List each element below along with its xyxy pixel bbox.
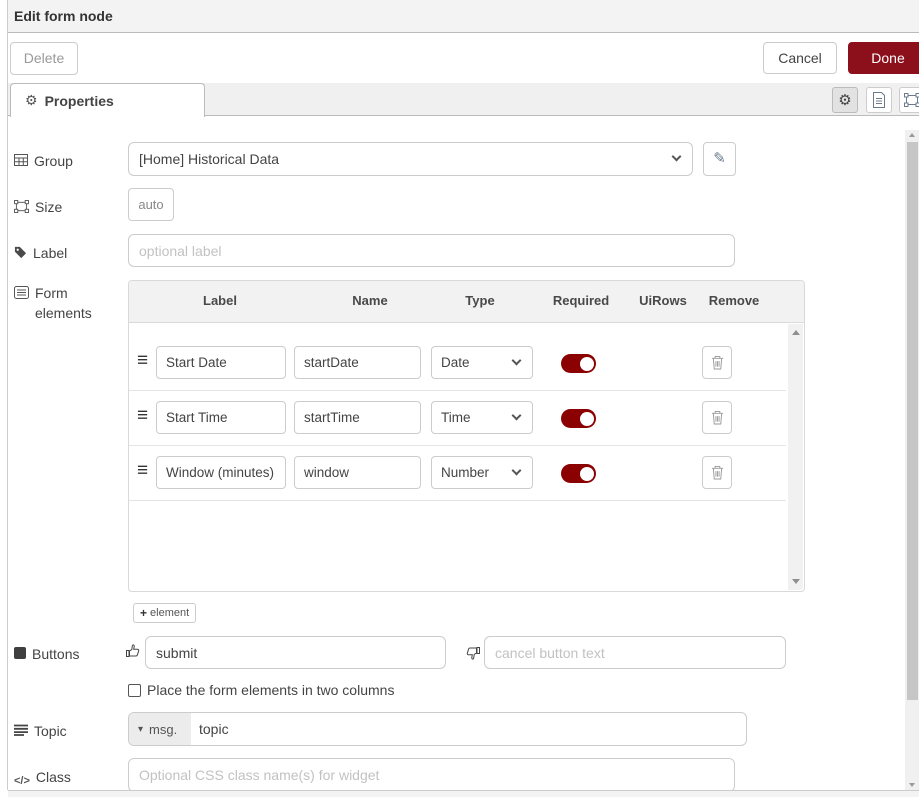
document-icon [872,92,886,108]
tab-properties[interactable]: ⚙ Properties [10,83,205,117]
form-elements-field-label: Form elements [14,283,118,323]
form-elements-table: Label Name Type Required UiRows Remove ≡… [128,280,805,592]
dialog-footer-strip [8,790,919,797]
column-header-uirows: UiRows [623,293,703,308]
table-icon [14,154,28,166]
required-toggle[interactable] [561,354,596,373]
row-name-input[interactable] [294,401,421,434]
delete-button[interactable]: Delete [10,42,78,75]
group-select[interactable]: [Home] Historical Data [128,142,693,176]
row-type-select[interactable]: Number [431,456,533,489]
row-name-input[interactable] [294,456,421,489]
edit-form-node-dialog: Edit form node Delete Cancel Done ⚙ Prop… [0,0,919,797]
scroll-down-icon[interactable] [792,579,800,584]
list-alt-icon [14,286,29,299]
pencil-icon: ✎ [713,150,726,167]
css-class-input[interactable] [128,758,735,792]
row-label-input[interactable] [156,346,286,379]
add-element-button[interactable]: + element [133,603,196,623]
required-toggle[interactable] [561,409,596,428]
scroll-down-icon[interactable] [909,783,915,787]
square-icon [14,647,26,659]
label-input[interactable] [128,234,735,267]
column-header-remove: Remove [694,293,774,308]
form-elements-table-body: ≡ Date ≡ Time [129,323,804,591]
topic-typed-input: ▾ msg. topic [128,712,747,746]
two-columns-label[interactable]: Place the form elements in two columns [147,682,394,698]
topic-value[interactable]: topic [191,713,229,745]
object-group-icon [904,93,919,107]
group-select-value: [Home] Historical Data [139,151,279,167]
trash-icon [711,465,724,480]
table-scrollbar[interactable] [788,324,803,590]
size-field-label: Size [14,197,118,217]
tag-icon [14,246,27,259]
drag-handle-icon[interactable]: ≡ [137,350,148,372]
tasks-icon [14,724,28,736]
chevron-down-icon [672,152,682,162]
tab-bar: ⚙ Properties ⚙ [8,83,919,116]
plus-icon: + [140,606,147,620]
edit-group-button[interactable]: ✎ [703,142,736,176]
trash-icon [711,410,724,425]
row-name-input[interactable] [294,346,421,379]
row-label-input[interactable] [156,401,286,434]
toggle-knob [580,357,594,371]
size-auto-button[interactable]: auto [128,188,174,221]
msg-prefix-label: msg. [149,722,177,737]
row-label-input[interactable] [156,456,286,489]
label-field-label: Label [14,243,118,263]
topic-field-label: Topic [14,721,118,741]
table-row: ≡ Date [129,336,786,391]
dialog-title: Edit form node [14,8,113,24]
scroll-up-icon[interactable] [792,330,800,335]
scrollbar-thumb[interactable] [907,142,918,700]
scroll-up-icon[interactable] [909,133,915,137]
toggle-knob [580,412,594,426]
chevron-down-icon [512,410,522,420]
thumbs-down-icon [465,645,481,661]
row-type-select[interactable]: Time [431,401,533,434]
remove-row-button[interactable] [702,456,732,489]
tab-properties-label: Properties [45,93,114,109]
object-group-icon [14,200,29,213]
table-row: ≡ Time [129,391,786,446]
remove-row-button[interactable] [702,401,732,434]
buttons-field-label: Buttons [14,644,118,664]
appearance-tab-button[interactable] [899,87,919,113]
thumbs-up-icon [125,643,141,659]
cancel-button-text-input[interactable] [484,636,786,669]
column-header-type: Type [430,293,530,308]
table-row: ≡ Number [129,446,786,501]
chevron-down-icon [512,465,522,475]
gear-icon: ⚙ [25,92,38,109]
column-header-required: Required [531,293,631,308]
toggle-knob [580,467,594,481]
column-header-name: Name [320,293,420,308]
drag-handle-icon[interactable]: ≡ [137,460,148,482]
remove-row-button[interactable] [702,346,732,379]
panel-left-edge [7,0,8,790]
form-elements-table-header: Label Name Type Required UiRows Remove [129,281,804,323]
gear-icon: ⚙ [838,91,851,109]
submit-button-text-input[interactable] [145,636,446,669]
two-columns-checkbox[interactable] [128,684,141,697]
description-tab-button[interactable] [866,87,892,113]
group-field-label: Group [14,151,118,171]
msg-type-selector[interactable]: ▾ msg. [129,713,191,745]
class-field-label: </> Class [14,767,118,791]
main-scrollbar[interactable] [905,130,919,790]
trash-icon [711,355,724,370]
properties-tab-button[interactable]: ⚙ [832,87,858,113]
code-icon: </> [14,771,30,791]
drag-handle-icon[interactable]: ≡ [137,405,148,427]
required-toggle[interactable] [561,464,596,483]
chevron-down-icon [512,355,522,365]
column-header-label: Label [170,293,270,308]
row-type-select[interactable]: Date [431,346,533,379]
dropdown-triangle-icon: ▾ [138,724,143,735]
cancel-button[interactable]: Cancel [763,42,837,74]
done-button[interactable]: Done [848,42,919,74]
dialog-header: Edit form node [8,0,919,33]
